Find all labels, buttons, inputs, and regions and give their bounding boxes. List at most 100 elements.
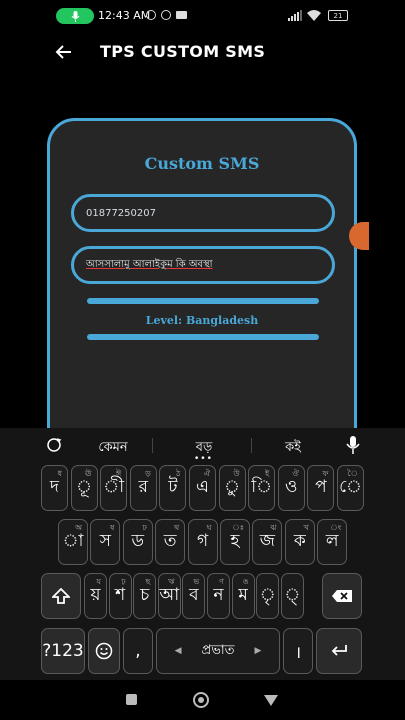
nav-back-button[interactable] [264, 695, 278, 706]
enter-icon [331, 645, 347, 656]
key-1[interactable]: ূ ঊ [70, 465, 98, 511]
key-hint: ই [265, 469, 270, 478]
key-hint: ঢ় [121, 577, 126, 586]
key-8[interactable]: ওঔ [277, 465, 305, 511]
key-hint: ঋ [168, 577, 175, 586]
key-5[interactable]: এঐ [189, 465, 216, 511]
suggestion-divider [251, 438, 252, 453]
key-label: , [135, 641, 141, 661]
shift-icon [52, 588, 70, 604]
message-value: আসসালামু আলাইকুম কি অবস্থা [86, 258, 213, 270]
space-key[interactable]: ◀ প্রভাত ▶ [156, 628, 280, 674]
key-9[interactable]: পফ [307, 465, 335, 511]
suggestion-3[interactable]: কই [278, 438, 308, 459]
keyboard: কেমন বড় ••• কই দ ধূ ঊী ঈ র ড় ট ঠ এ ঐু উি ই ও ঔ প ফেৈা… [0, 428, 405, 680]
key-row3-3[interactable]: আঋ [157, 573, 181, 619]
key-hint: খ [303, 523, 309, 532]
voice-input-icon[interactable] [346, 436, 360, 454]
alarm-icon [146, 10, 156, 20]
key-row2-0[interactable]: া অ [58, 519, 88, 565]
more-dots-icon[interactable]: ••• [194, 454, 213, 464]
key-row3-0[interactable]: য় য [84, 573, 107, 619]
page-title: TPS CUSTOM SMS [100, 42, 266, 61]
battery-icon: 21 [328, 10, 348, 21]
card-title: Custom SMS [144, 154, 260, 173]
notification-icon [161, 10, 171, 20]
key-0[interactable]: দধ [41, 465, 68, 511]
floating-bubble[interactable] [349, 222, 369, 250]
shift-key[interactable] [41, 573, 81, 619]
key-row3-1[interactable]: শ ঢ় [108, 573, 132, 619]
key-7[interactable]: ি ই [248, 465, 276, 511]
enter-key[interactable] [316, 628, 362, 674]
danda-key[interactable]: । [283, 628, 313, 674]
key-10[interactable]: েৈ [337, 465, 364, 511]
key-hint: ৈ [347, 469, 358, 478]
emoji-refresh-icon[interactable] [46, 437, 62, 453]
phone-number-value: 01877250207 [86, 207, 156, 219]
key-4[interactable]: টঠ [159, 465, 187, 511]
suggestion-divider [152, 438, 153, 453]
symbols-key[interactable]: ?123 [41, 628, 85, 674]
key-hint: ঠ [176, 469, 181, 478]
key-label: ৃ [259, 585, 276, 605]
key-row3-6[interactable]: মঙ [231, 573, 255, 619]
key-hint: য [96, 577, 101, 586]
key-label: ্ [284, 585, 301, 605]
key-2[interactable]: ী ঈ [100, 465, 128, 511]
key-label: ?123 [42, 641, 84, 661]
key-3[interactable]: র ড় [129, 465, 157, 511]
key-hint: ণ [219, 577, 224, 586]
key-row3-2[interactable]: চছ [133, 573, 157, 619]
key-row2-2[interactable]: ডঢ [122, 519, 153, 565]
phone-number-input[interactable]: 01877250207 [71, 194, 335, 232]
recents-button[interactable] [126, 694, 137, 705]
key-hint: ঔ [292, 469, 299, 478]
wifi-icon [307, 10, 321, 21]
key-6[interactable]: ু উ [218, 465, 246, 511]
suggestion-1[interactable]: কেমন [92, 438, 134, 459]
key-hint: উ [233, 469, 240, 478]
key-row2-1[interactable]: সষ [90, 519, 121, 565]
key-hint: ঢ [142, 523, 147, 532]
key-row3-8[interactable]: ্ [280, 573, 304, 619]
key-hint: ঊ [84, 469, 92, 478]
key-row2-8[interactable]: লং [317, 519, 348, 565]
sms-card: Custom SMS 01877250207 আসসালামু আলাইকুম … [47, 118, 357, 458]
status-bar: 12:43 AM 21 [0, 0, 405, 32]
key-hint: ভ [193, 577, 200, 586]
key-hint: ঘ [206, 523, 212, 532]
comma-key[interactable]: , [123, 628, 153, 674]
key-hint: ছ [145, 577, 151, 586]
key-row2-3[interactable]: তথ [155, 519, 186, 565]
message-input[interactable]: আসসালামু আলাইকুম কি অবস্থা [71, 246, 335, 284]
signal-icon [288, 10, 302, 21]
key-hint: ড় [145, 469, 151, 478]
key-hint: ঈ [115, 469, 122, 478]
key-hint: ঝ [270, 523, 277, 532]
divider-bar-top [87, 298, 319, 304]
emoji-key[interactable] [88, 628, 120, 674]
key-row2-7[interactable]: কখ [284, 519, 315, 565]
key-row2-5[interactable]: হঃ [220, 519, 250, 565]
mic-active-indicator [56, 8, 94, 24]
key-hint: ঃ [232, 523, 244, 532]
key-row3-5[interactable]: নণ [207, 573, 230, 619]
level-label: Level: Bangladesh [145, 314, 259, 327]
key-row3-4[interactable]: বভ [182, 573, 206, 619]
home-button[interactable] [193, 692, 209, 708]
key-row3-7[interactable]: ৃ [256, 573, 280, 619]
key-hint: অ [75, 523, 82, 532]
video-icon [176, 11, 187, 19]
back-arrow-icon[interactable] [54, 42, 74, 62]
key-row2-6[interactable]: জঝ [252, 519, 283, 565]
key-hint: থ [174, 523, 180, 532]
key-hint: ফ [322, 469, 329, 478]
key-row2-4[interactable]: গঘ [187, 519, 218, 565]
key-hint: ঙ [242, 577, 249, 586]
key-hint: ং [330, 523, 342, 532]
backspace-key[interactable] [322, 573, 362, 619]
key-label: । [294, 642, 302, 663]
left-arrow-icon: ◀ [174, 646, 182, 656]
suggestion-bar: কেমন বড় ••• কই [0, 428, 405, 464]
